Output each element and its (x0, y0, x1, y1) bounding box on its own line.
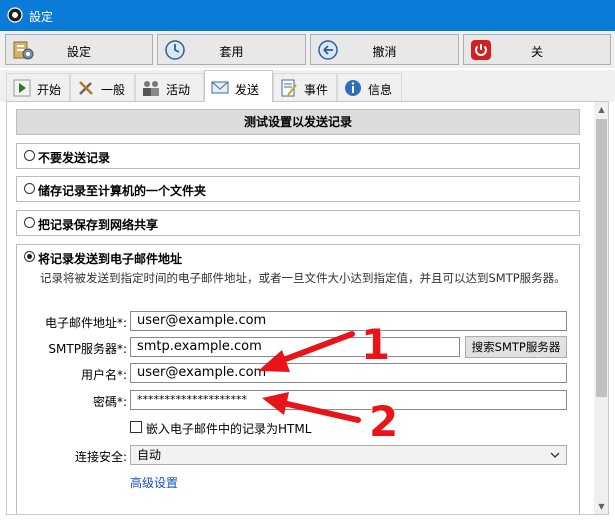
annotation-arrow-2 (262, 392, 361, 423)
tab-send[interactable]: 发送 (204, 70, 273, 102)
annotation-arrow-1 (258, 331, 355, 372)
send-mail-icon (211, 81, 229, 94)
annotation-number-1: 1 (361, 320, 390, 369)
annotation-number-2: 2 (369, 397, 398, 446)
tab-send-label: 发送 (235, 83, 260, 97)
annotation-overlay: 1 2 (258, 319, 399, 447)
